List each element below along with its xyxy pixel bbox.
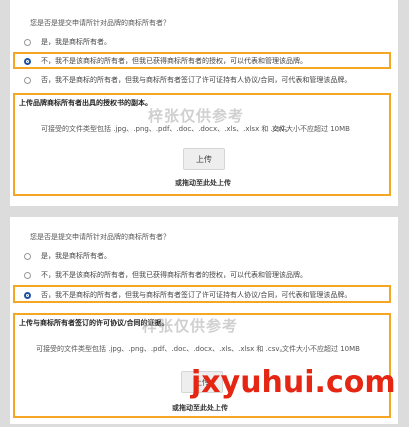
drag-drop-zone[interactable]: 或拖动至此处上传 [172, 403, 228, 413]
option-licensee[interactable]: 否，我不是商标的所有者，但我与商标所有者签订了许可证持有人协议/合同，可代表和管… [24, 75, 351, 85]
max-file-size: 文件大小不应超过 10MB [272, 125, 350, 133]
radio-owner[interactable] [24, 38, 31, 46]
drag-drop-zone[interactable]: 或拖动至此处上传 [175, 178, 231, 188]
site-watermark: jxyuhui.com [191, 365, 396, 400]
radio-licensee[interactable] [24, 76, 31, 84]
option-licensee-label: 否，我不是商标的所有者，但我与商标所有者签订了许可证持有人协议/合同，可代表和管… [41, 76, 352, 84]
option-authorized-label: 不，我不是该商标的所有者，但我已获得商标所有者的授权，可以代表和管理该品牌。 [41, 271, 307, 279]
watermark-text: 梓张仅供参考 [148, 107, 245, 125]
ownership-question: 您是否是提交申请所针对品牌的商标所有者？ [30, 233, 170, 241]
radio-owner[interactable] [24, 252, 31, 260]
option-authorized[interactable]: 不，我不是该商标的所有者，但我已获得商标所有者的授权，可以代表和管理该品牌。 [24, 270, 307, 280]
upload-title: 上传品牌商标所有者出具的授权书的副本。 [19, 99, 152, 107]
max-file-size: 文件大小不应超过 10MB [282, 345, 360, 353]
option-authorized[interactable]: 不，我不是该商标的所有者，但我已获得商标所有者的授权，可以代表和管理该品牌。 [24, 56, 307, 66]
upload-button[interactable]: 上传 [183, 148, 225, 170]
watermark-text: 梓张仅供参考 [142, 317, 239, 335]
trademark-owner-panel-1: 您是否是提交申请所针对品牌的商标所有者？ 是，我是商标所有者。 不，我不是该商标… [10, 0, 398, 206]
option-owner[interactable]: 是，我是商标所有者。 [24, 251, 111, 261]
accepted-file-types: 可接受的文件类型包括 .jpg、.png、.pdf、.doc、.docx、.xl… [41, 125, 292, 133]
radio-authorized[interactable] [24, 57, 31, 65]
radio-licensee[interactable] [24, 291, 31, 299]
option-owner-label: 是，我是商标所有者。 [41, 38, 111, 46]
option-licensee[interactable]: 否，我不是商标的所有者，但我与商标所有者签订了许可证持有人协议/合同，可代表和管… [24, 290, 351, 300]
accepted-file-types: 可接受的文件类型包括 .jpg、.png、.pdf、.doc、.docx、.xl… [36, 345, 287, 353]
option-owner[interactable]: 是，我是商标所有者。 [24, 37, 111, 47]
option-licensee-label: 否，我不是商标的所有者，但我与商标所有者签订了许可证持有人协议/合同，可代表和管… [41, 291, 352, 299]
option-owner-label: 是，我是商标所有者。 [41, 252, 111, 260]
radio-authorized[interactable] [24, 271, 31, 279]
ownership-question: 您是否是提交申请所针对品牌的商标所有者？ [30, 19, 170, 27]
option-authorized-label: 不，我不是该商标的所有者，但我已获得商标所有者的授权，可以代表和管理该品牌。 [41, 57, 307, 65]
